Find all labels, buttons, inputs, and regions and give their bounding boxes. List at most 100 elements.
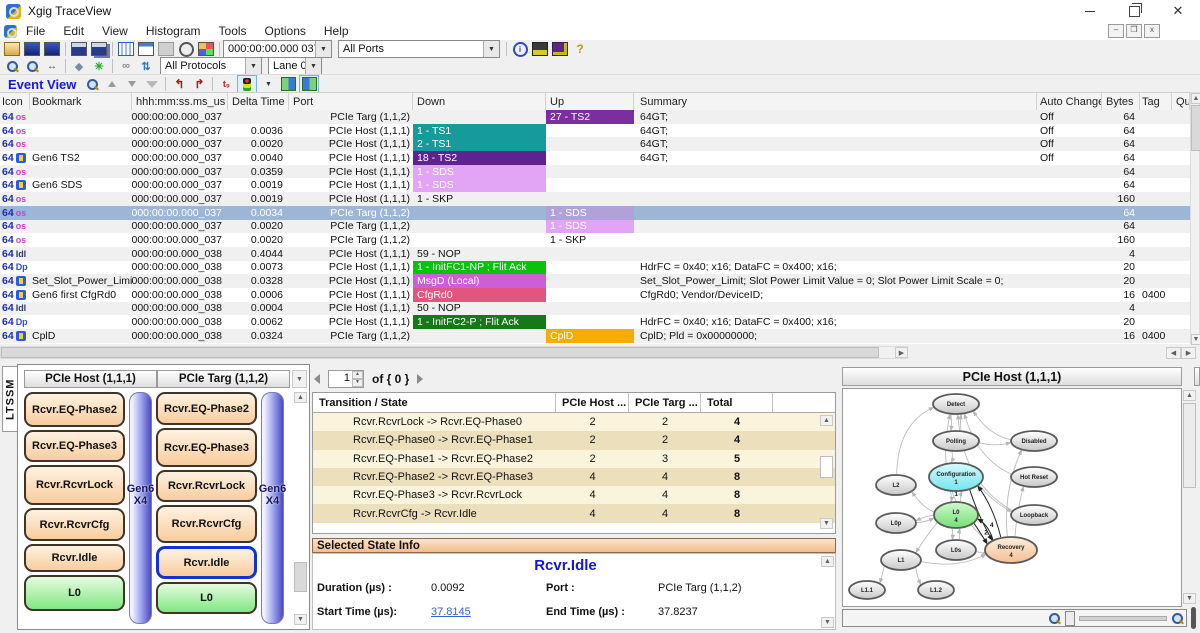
trace-row[interactable]: 64Set_Slot_Power_Limit000:00:00.000_0380…	[0, 274, 1190, 288]
ltssm-targ-header[interactable]: PCIe Targ (1,1,2)	[157, 370, 290, 388]
state-node-detect[interactable]: Detect	[933, 394, 979, 414]
col-up[interactable]: Up	[546, 93, 634, 111]
restore-button[interactable]	[1112, 0, 1156, 22]
packet-chip[interactable]: 1 - InitFC2-P ; Flit Ack	[413, 315, 546, 329]
transition-row[interactable]: Rcvr.RcvrLock -> Rcvr.EQ-Phase0224	[313, 413, 835, 431]
traffic-light-dropdown-icon[interactable]: ▼	[259, 76, 277, 92]
fit-width-icon[interactable]: ↔	[43, 58, 61, 74]
time-jump-combobox[interactable]: 000:00:00.000 037 ▼	[223, 40, 332, 58]
col-port[interactable]: Port	[289, 93, 413, 111]
decode-blue-icon[interactable]	[299, 75, 319, 93]
next-event-icon[interactable]	[123, 76, 141, 92]
col-pcie-host[interactable]: PCIe Host ...	[556, 393, 629, 412]
filter-icon[interactable]	[143, 76, 161, 92]
col-total[interactable]: Total	[701, 393, 773, 412]
packet-chip[interactable]: CplD	[546, 329, 634, 343]
packet-chip[interactable]: 2 - TS1	[413, 137, 546, 151]
col-icon[interactable]: Icon	[0, 93, 30, 111]
search-binoculars-icon[interactable]: ∞	[117, 58, 135, 74]
transition-row[interactable]: Rcvr.EQ-Phase0 -> Rcvr.EQ-Phase1224	[313, 431, 835, 449]
trace-row[interactable]: 64os000:00:00.000_0370.0020PCIe Host (1,…	[0, 137, 1190, 151]
trace-row[interactable]: 64os000:00:00.000_037PCIe Targ (1,1,2)27…	[0, 110, 1190, 124]
state-node-l1-1[interactable]: L1.1	[849, 581, 885, 599]
ltssm-state-targ[interactable]: Rcvr.RcvrCfg	[156, 505, 257, 543]
trace-row[interactable]: 64os000:00:00.000_0370.0036PCIe Host (1,…	[0, 124, 1190, 138]
packet-chip[interactable]: 1 - SDS	[413, 165, 546, 179]
nav-next-icon[interactable]	[417, 374, 423, 384]
open-recent-icon[interactable]	[23, 41, 41, 57]
selected-state-scrollbar[interactable]: ▲ ▼	[821, 556, 834, 628]
state-node-l0p[interactable]: L0p	[876, 513, 916, 533]
start-time-link[interactable]: 37.8145	[431, 606, 471, 618]
diagram-header-next-sliver[interactable]	[1194, 367, 1200, 386]
transition-row[interactable]: Rcvr.EQ-Phase1 -> Rcvr.EQ-Phase2235	[313, 450, 835, 468]
diagram-vscrollbar[interactable]: ▲ ▼	[1183, 390, 1196, 605]
col-pcie-targ[interactable]: PCIe Targ ...	[629, 393, 701, 412]
ports-combobox[interactable]: All Ports ▼	[338, 40, 500, 58]
traffic-light-icon[interactable]	[237, 75, 257, 93]
open-trace-icon[interactable]	[3, 41, 21, 57]
trigger-icon[interactable]: ✳	[90, 58, 108, 74]
delta-time-icon[interactable]: t₉	[217, 76, 235, 92]
trace-scroll-corner[interactable]: ◀ ▶	[1166, 346, 1196, 359]
menu-file[interactable]: File	[17, 24, 54, 38]
transition-row[interactable]: Rcvr.RcvrCfg -> Rcvr.Idle448	[313, 504, 835, 522]
packet-chip[interactable]: 18 - TS2	[413, 151, 546, 165]
col-delta-time[interactable]: Delta Time	[228, 93, 289, 111]
state-node-disabled[interactable]: Disabled	[1011, 431, 1057, 451]
save-icon[interactable]	[70, 41, 88, 57]
ltssm-state-targ[interactable]: Rcvr.RcvrLock	[156, 470, 257, 502]
menu-view[interactable]: View	[93, 24, 137, 38]
ltssm-header-dropdown[interactable]: ▼	[292, 370, 307, 388]
trace-row[interactable]: 64os000:00:00.000_0370.0020PCIe Targ (1,…	[0, 220, 1190, 234]
diagram-zoom-out-icon[interactable]	[1048, 612, 1061, 625]
ltssm-state-targ[interactable]: L0	[156, 582, 257, 614]
col-summary[interactable]: Summary	[634, 93, 1037, 111]
col-transition-state[interactable]: Transition / State	[313, 393, 556, 412]
trace-row[interactable]: 64os000:00:00.000_0370.0034PCIe Targ (1,…	[0, 206, 1190, 220]
lane-combobox[interactable]: Lane 0 ▼	[268, 57, 322, 75]
transition-row[interactable]: Rcvr.EQ-Phase3 -> Rcvr.RcvrLock448	[313, 486, 835, 504]
ltssm-state-host[interactable]: Rcvr.Idle	[24, 544, 125, 572]
save-as-icon[interactable]	[90, 41, 108, 57]
col-tag[interactable]: Tag	[1140, 93, 1172, 111]
state-node-l0s[interactable]: L0s	[936, 540, 976, 560]
zoom-in-icon[interactable]	[3, 58, 21, 74]
state-node-recovery[interactable]: Recovery4	[985, 537, 1037, 563]
packet-chip[interactable]: 1 - SDS	[546, 206, 634, 220]
time-info-icon[interactable]: i	[511, 41, 529, 57]
trace-row[interactable]: 64Gen6 SDS000:00:00.000_0370.0019PCIe Ho…	[0, 178, 1190, 192]
decode-green-icon[interactable]	[279, 76, 297, 92]
trace-row[interactable]: 64Gen6 first CfgRd0000:00:00.000_0380.00…	[0, 288, 1190, 302]
ltssm-state-host[interactable]: Rcvr.EQ-Phase3	[24, 430, 125, 462]
col-time[interactable]: hhh:mm:ss.ms_us	[132, 93, 228, 111]
ltssm-state-targ[interactable]: Rcvr.Idle	[156, 546, 257, 579]
statistics-icon[interactable]	[531, 41, 549, 57]
panel-splitter-handle[interactable]	[1191, 607, 1196, 629]
transition-vscrollbar[interactable]: ▲ ▼	[820, 415, 833, 529]
menu-tools[interactable]: Tools	[210, 24, 256, 38]
close-button[interactable]: ✕	[1156, 0, 1200, 22]
transition-row[interactable]: Rcvr.EQ-Phase2 -> Rcvr.EQ-Phase3448	[313, 468, 835, 486]
state-node-configuration[interactable]: Configuration1	[929, 463, 983, 491]
nav-prev-icon[interactable]	[314, 374, 320, 384]
state-node-l2[interactable]: L2	[876, 475, 916, 495]
menu-histogram[interactable]: Histogram	[137, 24, 210, 38]
tag-icon[interactable]: ◆	[70, 58, 88, 74]
transition-index-spinner[interactable]: 1 ▲▼	[328, 370, 364, 388]
trace-row[interactable]: 64CplD000:00:00.000_0380.0324PCIe Targ (…	[0, 329, 1190, 343]
trace-hscrollbar[interactable]: ▶	[0, 346, 908, 359]
col-down[interactable]: Down	[413, 93, 546, 111]
ltssm-state-host[interactable]: Rcvr.EQ-Phase2	[24, 392, 125, 427]
trace-row[interactable]: 64os000:00:00.000_0370.0020PCIe Targ (1,…	[0, 233, 1190, 247]
trace-row[interactable]: 64Dp000:00:00.000_0380.0062PCIe Host (1,…	[0, 315, 1190, 329]
diagram-header[interactable]: PCIe Host (1,1,1)	[842, 367, 1182, 386]
state-node-l1[interactable]: L1	[881, 550, 921, 570]
diagram-zoom-slider-thumb[interactable]	[1065, 611, 1075, 626]
protocols-combobox[interactable]: All Protocols ▼	[160, 57, 262, 75]
trace-row[interactable]: 64Idl000:00:00.000_0380.0004PCIe Host (1…	[0, 302, 1190, 316]
trace-row[interactable]: 64Gen6 TS2000:00:00.000_0370.0040PCIe Ho…	[0, 151, 1190, 165]
select-zoom-icon[interactable]	[83, 76, 101, 92]
packet-chip[interactable]: 27 - TS2	[546, 110, 634, 124]
menu-help[interactable]: Help	[315, 24, 358, 38]
